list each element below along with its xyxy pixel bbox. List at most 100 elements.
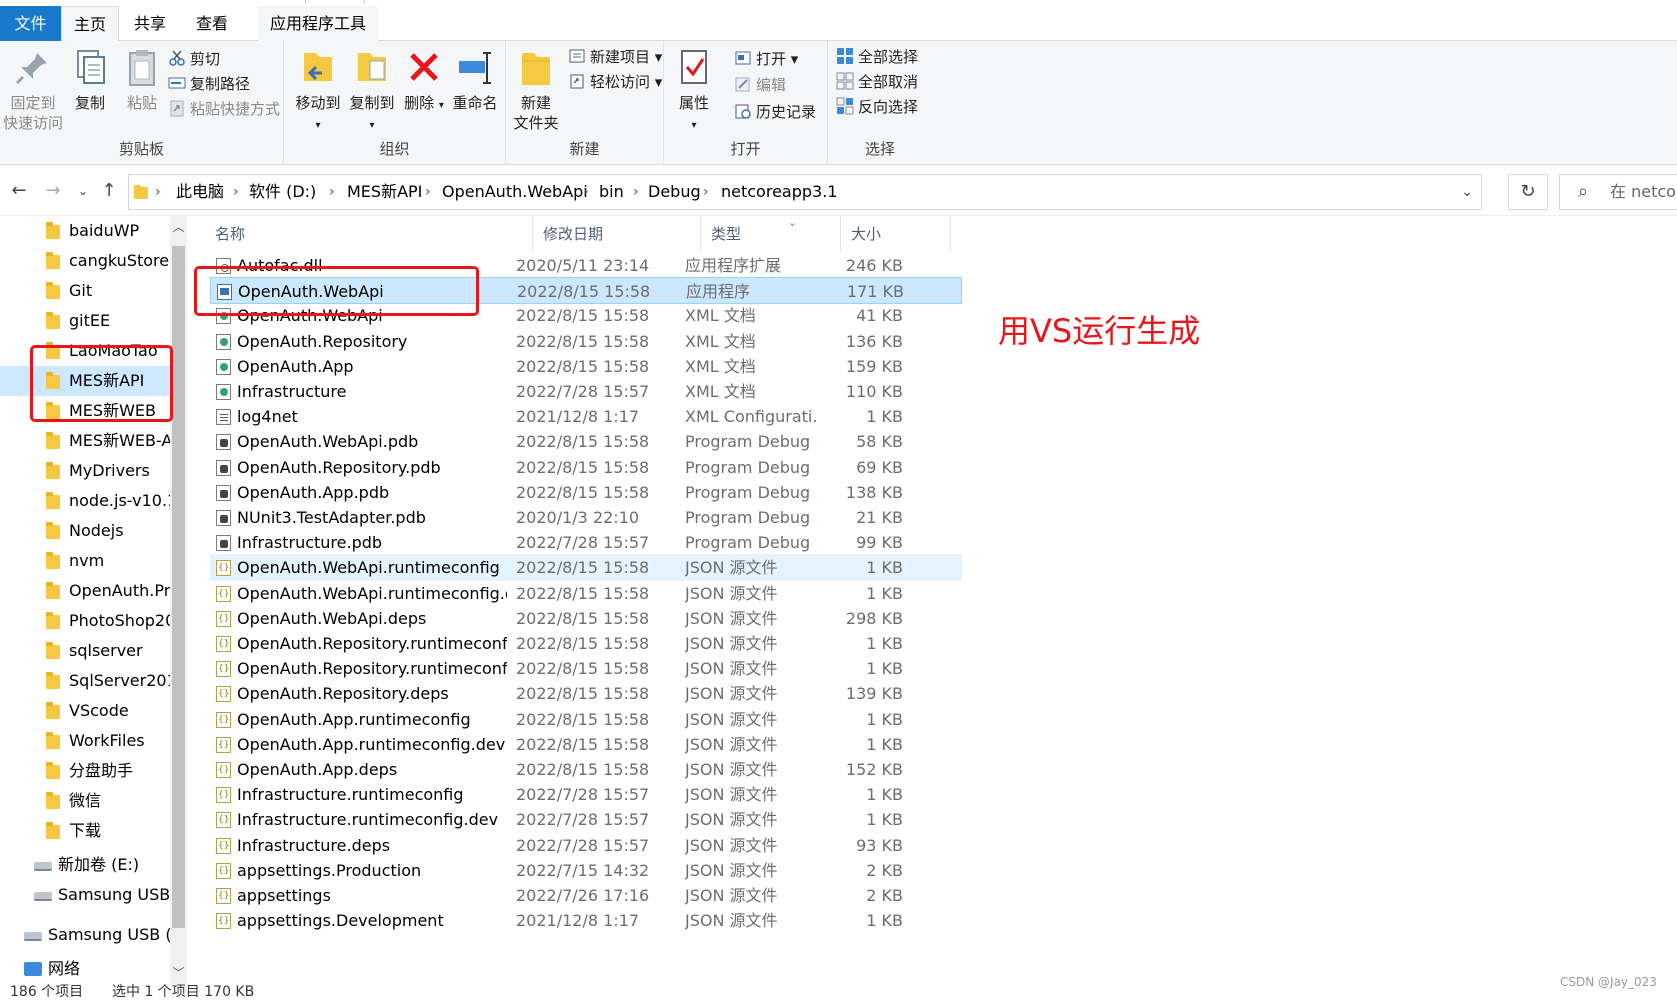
file-row[interactable]: OpenAuth.Repository 2022/8/15 15:58 XML 文档… (210, 328, 962, 355)
nav-pane-scrollbar[interactable]: ︿ ﹀ (170, 216, 187, 984)
file-row[interactable]: Infrastructure 2022/7/28 15:57 XML 文档 110 K… (210, 378, 962, 405)
file-row[interactable]: Infrastructure.pdb 2022/7/28 15:57 Program… (210, 529, 962, 556)
new-item-button[interactable]: 新建项目 ▾ (568, 45, 662, 69)
nav-item-samsung-usb-f[interactable]: Samsung USB (F: (0, 920, 170, 950)
column-header-date[interactable]: 修改日期 (533, 216, 701, 252)
delete-button[interactable]: 删除 ▾ (402, 47, 446, 116)
breadcrumb-debug[interactable]: Debug (648, 175, 701, 209)
breadcrumb-this-pc[interactable]: 此电脑 (176, 175, 224, 209)
nav-item-folder[interactable]: SqlServer201 (0, 666, 170, 696)
select-none-icon (836, 72, 854, 90)
copy-to-label: 复制到 (349, 94, 395, 112)
file-row[interactable]: Infrastructure.runtimeconfig 2022/7/28 15… (210, 781, 962, 809)
nav-item-folder[interactable]: MES新WEB-AI (0, 426, 170, 456)
address-dropdown-icon[interactable]: ⌄ (1461, 175, 1473, 209)
file-row[interactable]: log4net 2021/12/8 1:17 XML Configurati... 1… (210, 403, 962, 430)
nav-item-folder[interactable]: OpenAuth.Pro (0, 576, 170, 606)
tab-view[interactable]: 查看 (181, 6, 243, 41)
file-row[interactable]: appsettings 2022/7/26 17:16 JSON 源文件 2 KB (210, 882, 962, 910)
file-row[interactable]: OpenAuth.App.deps 2022/8/15 15:58 JSON 源文件… (210, 756, 962, 784)
scroll-up-icon[interactable]: ︿ (170, 216, 187, 238)
file-row[interactable]: appsettings.Development 2021/12/8 1:17 JSO… (210, 907, 962, 935)
open-button[interactable]: 打开 ▾ (734, 47, 798, 71)
rename-button[interactable]: 重命名 (448, 47, 502, 113)
paste-button[interactable]: 粘贴 (118, 47, 166, 113)
file-row[interactable]: OpenAuth.WebApi.runtimeconfig.dev 2022/8/… (210, 580, 962, 608)
nav-item-folder[interactable]: nvm (0, 546, 170, 576)
select-all-button[interactable]: 全部选择 (836, 45, 918, 69)
scroll-down-icon[interactable]: ﹀ (170, 962, 187, 984)
nav-item-folder[interactable]: VScode (0, 696, 170, 726)
copy-to-button[interactable]: 复制到 ▾ (346, 47, 398, 136)
file-row[interactable]: OpenAuth.WebApi.deps 2022/8/15 15:58 JSON … (210, 605, 962, 633)
nav-item-folder[interactable]: WorkFiles (0, 726, 170, 756)
nav-item-network[interactable]: 网络 (0, 954, 170, 984)
nav-item-folder[interactable]: gitEE (0, 306, 170, 336)
edit-button[interactable]: 编辑 (734, 73, 786, 97)
easy-access-button[interactable]: 轻松访问 ▾ (568, 70, 662, 94)
history-button[interactable]: 历史记录 (734, 100, 816, 124)
cut-button[interactable]: 剪切 (168, 47, 220, 71)
paste-shortcut-button[interactable]: 粘贴快捷方式 (168, 97, 280, 121)
tab-file[interactable]: 文件 (0, 6, 61, 41)
nav-item-folder[interactable]: node.js-v10.1 (0, 486, 170, 516)
tab-app-tools[interactable]: 应用程序工具 (258, 6, 378, 41)
scrollbar-thumb[interactable] (172, 246, 185, 928)
properties-button[interactable]: 属性 ▾ (674, 47, 714, 136)
nav-item-folder[interactable]: cangkuStore (0, 246, 170, 276)
up-button[interactable]: ↑ (96, 178, 122, 204)
nav-item-folder[interactable]: Git (0, 276, 170, 306)
copy-button[interactable]: 复制 (66, 47, 114, 113)
breadcrumb-mes-api[interactable]: MES新API (347, 175, 422, 209)
file-size: 1 KB (866, 407, 903, 427)
pin-quick-access-button[interactable]: 固定到 快速访问 (2, 47, 64, 133)
file-row[interactable]: Infrastructure.deps 2022/7/28 15:57 JSON 源… (210, 832, 962, 860)
recent-locations-button[interactable]: ⌄ (70, 178, 96, 204)
nav-item-folder[interactable]: baiduWP (0, 216, 170, 246)
address-bar[interactable]: › 此电脑 › 软件 (D:) › MES新API › OpenAuth.Web… (128, 174, 1482, 210)
file-row[interactable]: OpenAuth.App.runtimeconfig 2022/8/15 15:5… (210, 706, 962, 734)
breadcrumb-openauth-webapi[interactable]: OpenAuth.WebApi (442, 175, 588, 209)
nav-item-folder[interactable]: 分盘助手 (0, 756, 170, 786)
column-header-name[interactable]: 名称 (205, 216, 533, 252)
file-row[interactable]: OpenAuth.App.pdb 2022/8/15 15:58 Program D… (210, 479, 962, 506)
file-size: 2 KB (866, 886, 903, 905)
tab-share[interactable]: 共享 (121, 6, 179, 41)
file-row[interactable]: appsettings.Production 2022/7/15 14:32 JSO… (210, 857, 962, 885)
nav-item-folder[interactable]: PhotoShop20 (0, 606, 170, 636)
file-row[interactable]: OpenAuth.Repository.runtimeconfig 2022/8/… (210, 630, 962, 658)
invert-selection-button[interactable]: 反向选择 (836, 95, 918, 119)
breadcrumb-bin[interactable]: bin (599, 175, 624, 209)
breadcrumb-netcoreapp31[interactable]: netcoreapp3.1 (721, 175, 837, 209)
copy-path-button[interactable]: 复制路径 (168, 72, 250, 96)
nav-item-folder[interactable]: MyDrivers (0, 456, 170, 486)
breadcrumb-drive-d[interactable]: 软件 (D:) (249, 175, 316, 209)
file-row[interactable]: OpenAuth.Repository.runtimeconfig.... 202… (210, 655, 962, 683)
file-row[interactable]: OpenAuth.WebApi.runtimeconfig 2022/8/15 1… (210, 554, 962, 582)
nav-item-drive-e[interactable]: 新加卷 (E:) (0, 850, 170, 880)
nav-item-folder[interactable]: 下载 (0, 816, 170, 846)
column-header-type[interactable]: 类型 (701, 216, 841, 252)
file-row[interactable]: OpenAuth.WebApi.pdb 2022/8/15 15:58 Progra… (210, 428, 962, 455)
nav-item-samsung-usb[interactable]: Samsung USB ( (0, 880, 170, 910)
file-row[interactable]: OpenAuth.App.runtimeconfig.dev 2022/8/15 … (210, 731, 962, 759)
file-row[interactable]: OpenAuth.App 2022/8/15 15:58 XML 文档 159 KB (210, 353, 962, 380)
file-size: 1 KB (866, 734, 903, 754)
select-none-button[interactable]: 全部取消 (836, 70, 918, 94)
search-box[interactable]: ⌕ 在 netcor (1559, 174, 1677, 210)
forward-button[interactable]: → (40, 178, 66, 204)
file-row[interactable]: NUnit3.TestAdapter.pdb 2020/1/3 22:10 Prog… (210, 504, 962, 531)
file-row[interactable]: OpenAuth.Repository.pdb 2022/8/15 15:58 Pr… (210, 454, 962, 481)
file-row[interactable]: Infrastructure.runtimeconfig.dev 2022/7/2… (210, 806, 962, 834)
nav-item-folder[interactable]: Nodejs (0, 516, 170, 546)
nav-item-folder[interactable]: 微信 (0, 786, 170, 816)
back-button[interactable]: ← (6, 178, 32, 204)
nav-item-folder[interactable]: sqlserver (0, 636, 170, 666)
new-folder-button[interactable]: 新建 文件夹 (510, 47, 562, 133)
move-to-button[interactable]: 移动到 ▾ (294, 47, 342, 136)
column-header-size[interactable]: 大小 (841, 216, 951, 252)
refresh-button[interactable]: ↻ (1508, 174, 1548, 210)
file-row[interactable]: OpenAuth.Repository.deps 2022/8/15 15:58 J… (210, 680, 962, 708)
file-name: Infrastructure.runtimeconfig.dev (237, 810, 499, 830)
tab-home[interactable]: 主页 (61, 6, 119, 42)
